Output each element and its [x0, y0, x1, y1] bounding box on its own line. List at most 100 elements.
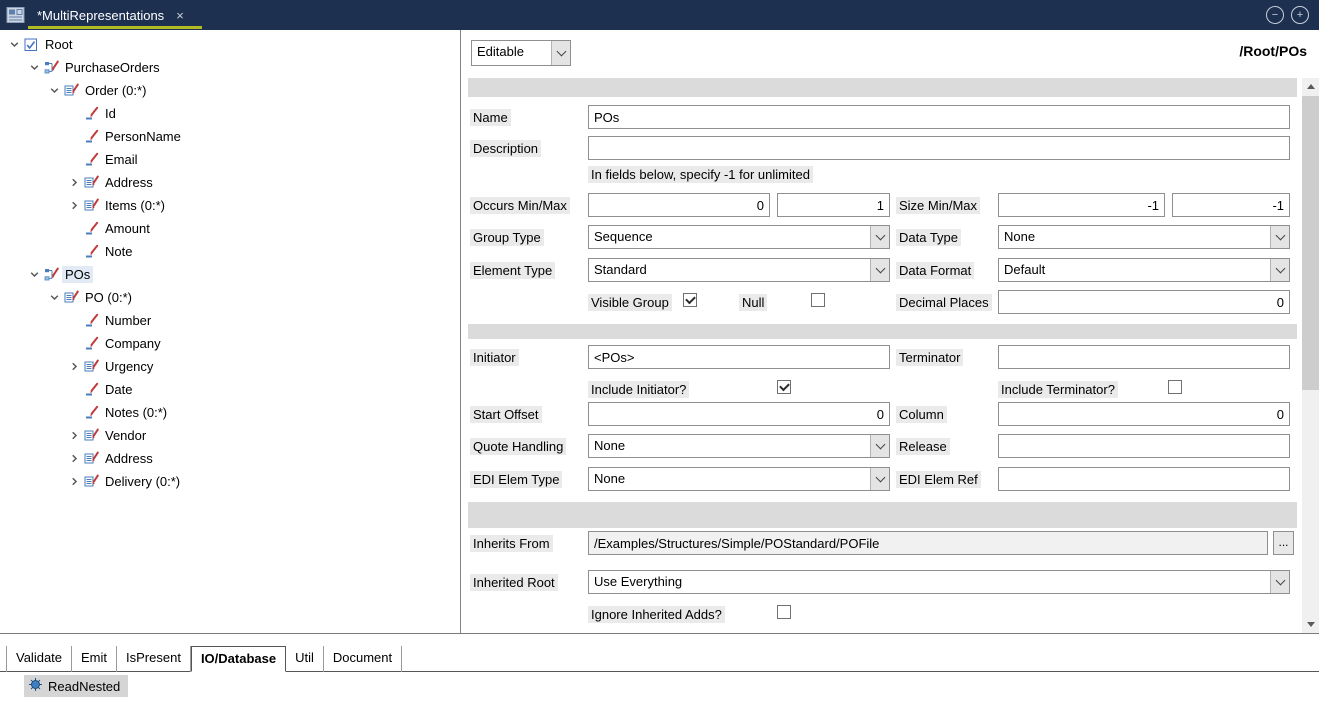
column-input[interactable] — [998, 402, 1290, 426]
tab-util[interactable]: Util — [286, 646, 324, 672]
include-terminator-checkbox[interactable] — [1168, 380, 1182, 394]
structure-icon — [44, 60, 62, 75]
chevron-collapsed-icon[interactable] — [64, 453, 84, 464]
tree-item-label: PersonName — [102, 128, 184, 145]
structure-icon — [44, 267, 62, 282]
tab-close-icon[interactable]: × — [176, 8, 184, 23]
tab-document[interactable]: Document — [324, 646, 402, 672]
tree-item-vendor[interactable]: Vendor — [0, 424, 460, 447]
method-label: ReadNested — [48, 679, 120, 694]
method-item[interactable]: ReadNested — [24, 675, 128, 697]
include-initiator-checkbox[interactable] — [777, 380, 791, 394]
tree-item-order-0[interactable]: Order (0:*) — [0, 79, 460, 102]
quote-handling-select[interactable]: None — [588, 434, 890, 458]
chevron-collapsed-icon[interactable] — [64, 200, 84, 211]
chevron-down-icon[interactable] — [1270, 226, 1289, 248]
inherited-root-select[interactable]: Use Everything — [588, 570, 1290, 594]
chevron-collapsed-icon[interactable] — [64, 430, 84, 441]
start-offset-input[interactable] — [588, 402, 890, 426]
chevron-expanded-icon[interactable] — [44, 85, 64, 96]
tree-item-label: Order (0:*) — [82, 82, 149, 99]
size-max-input[interactable] — [1172, 193, 1290, 217]
data-format-select[interactable]: Default — [998, 258, 1290, 282]
data-format-label: Data Format — [896, 262, 974, 279]
inherits-from-input[interactable] — [588, 531, 1268, 555]
tree-item-delivery-0[interactable]: Delivery (0:*) — [0, 470, 460, 493]
group-type-select[interactable]: Sequence — [588, 225, 890, 249]
section-separator — [468, 502, 1297, 528]
chevron-down-icon[interactable] — [551, 41, 570, 65]
tree-item-urgency[interactable]: Urgency — [0, 355, 460, 378]
chevron-down-icon[interactable] — [870, 259, 889, 281]
inherits-from-label: Inherits From — [470, 535, 553, 552]
tree-item-label: Address — [102, 174, 156, 191]
tree-item-label: Id — [102, 105, 119, 122]
scroll-down-icon[interactable] — [1302, 616, 1319, 633]
tree-item-date[interactable]: Date — [0, 378, 460, 401]
element-type-select[interactable]: Standard — [588, 258, 890, 282]
edi-elem-type-select[interactable]: None — [588, 467, 890, 491]
name-input[interactable] — [588, 105, 1290, 129]
chevron-expanded-icon[interactable] — [24, 269, 44, 280]
scrollbar-thumb[interactable] — [1302, 96, 1319, 390]
unlimited-info-text: In fields below, specify -1 for unlimite… — [588, 166, 813, 183]
tree-item-number[interactable]: Number — [0, 309, 460, 332]
scroll-up-icon[interactable] — [1302, 78, 1319, 95]
tree-item-items-0[interactable]: Items (0:*) — [0, 194, 460, 217]
occurs-max-input[interactable] — [777, 193, 890, 217]
mode-select[interactable]: Editable — [471, 40, 571, 66]
terminator-input[interactable] — [998, 345, 1290, 369]
tree-item-address[interactable]: Address — [0, 447, 460, 470]
tree-item-email[interactable]: Email — [0, 148, 460, 171]
minimize-button[interactable]: − — [1266, 6, 1284, 24]
chevron-down-icon[interactable] — [870, 226, 889, 248]
chevron-down-icon[interactable] — [870, 435, 889, 457]
form-scrollbar[interactable] — [1302, 78, 1319, 633]
chevron-down-icon[interactable] — [870, 468, 889, 490]
tree-item-po-0[interactable]: PO (0:*) — [0, 286, 460, 309]
group-icon — [84, 474, 102, 489]
active-tab-underline — [28, 26, 202, 29]
chevron-collapsed-icon[interactable] — [64, 476, 84, 487]
tree-item-root[interactable]: Root — [0, 33, 460, 56]
size-min-input[interactable] — [998, 193, 1165, 217]
tab-io-database[interactable]: IO/Database — [191, 646, 286, 672]
description-input[interactable] — [588, 136, 1290, 160]
chevron-expanded-icon[interactable] — [4, 39, 24, 50]
tab-emit[interactable]: Emit — [72, 646, 117, 672]
tree-item-label: Number — [102, 312, 154, 329]
maximize-button[interactable]: + — [1291, 6, 1309, 24]
decimal-places-input[interactable] — [998, 290, 1290, 314]
chevron-collapsed-icon[interactable] — [64, 177, 84, 188]
tree-item-notes-0[interactable]: Notes (0:*) — [0, 401, 460, 424]
chevron-down-icon[interactable] — [1270, 259, 1289, 281]
occurs-min-input[interactable] — [588, 193, 770, 217]
initiator-input[interactable] — [588, 345, 890, 369]
tree-item-amount[interactable]: Amount — [0, 217, 460, 240]
tree-item-id[interactable]: Id — [0, 102, 460, 125]
tree-item-pos[interactable]: POs — [0, 263, 460, 286]
ignore-inherited-adds-checkbox[interactable] — [777, 605, 791, 619]
tab-ispresent[interactable]: IsPresent — [117, 646, 191, 672]
release-input[interactable] — [998, 434, 1290, 458]
visible-group-checkbox[interactable] — [683, 293, 697, 307]
null-checkbox[interactable] — [811, 293, 825, 307]
element-type-value: Standard — [589, 259, 870, 281]
tree-item-personname[interactable]: PersonName — [0, 125, 460, 148]
tab-validate[interactable]: Validate — [6, 646, 72, 672]
data-type-select[interactable]: None — [998, 225, 1290, 249]
chevron-expanded-icon[interactable] — [24, 62, 44, 73]
app-icon[interactable] — [5, 4, 27, 26]
tree-item-company[interactable]: Company — [0, 332, 460, 355]
chevron-down-icon[interactable] — [1270, 571, 1289, 593]
field-icon — [84, 152, 102, 167]
tree-item-note[interactable]: Note — [0, 240, 460, 263]
tree-item-purchaseorders[interactable]: PurchaseOrders — [0, 56, 460, 79]
browse-button[interactable]: ... — [1273, 531, 1294, 555]
name-label: Name — [470, 109, 511, 126]
group-icon — [64, 290, 82, 305]
tree-item-address[interactable]: Address — [0, 171, 460, 194]
chevron-collapsed-icon[interactable] — [64, 361, 84, 372]
chevron-expanded-icon[interactable] — [44, 292, 64, 303]
edi-elem-ref-input[interactable] — [998, 467, 1290, 491]
